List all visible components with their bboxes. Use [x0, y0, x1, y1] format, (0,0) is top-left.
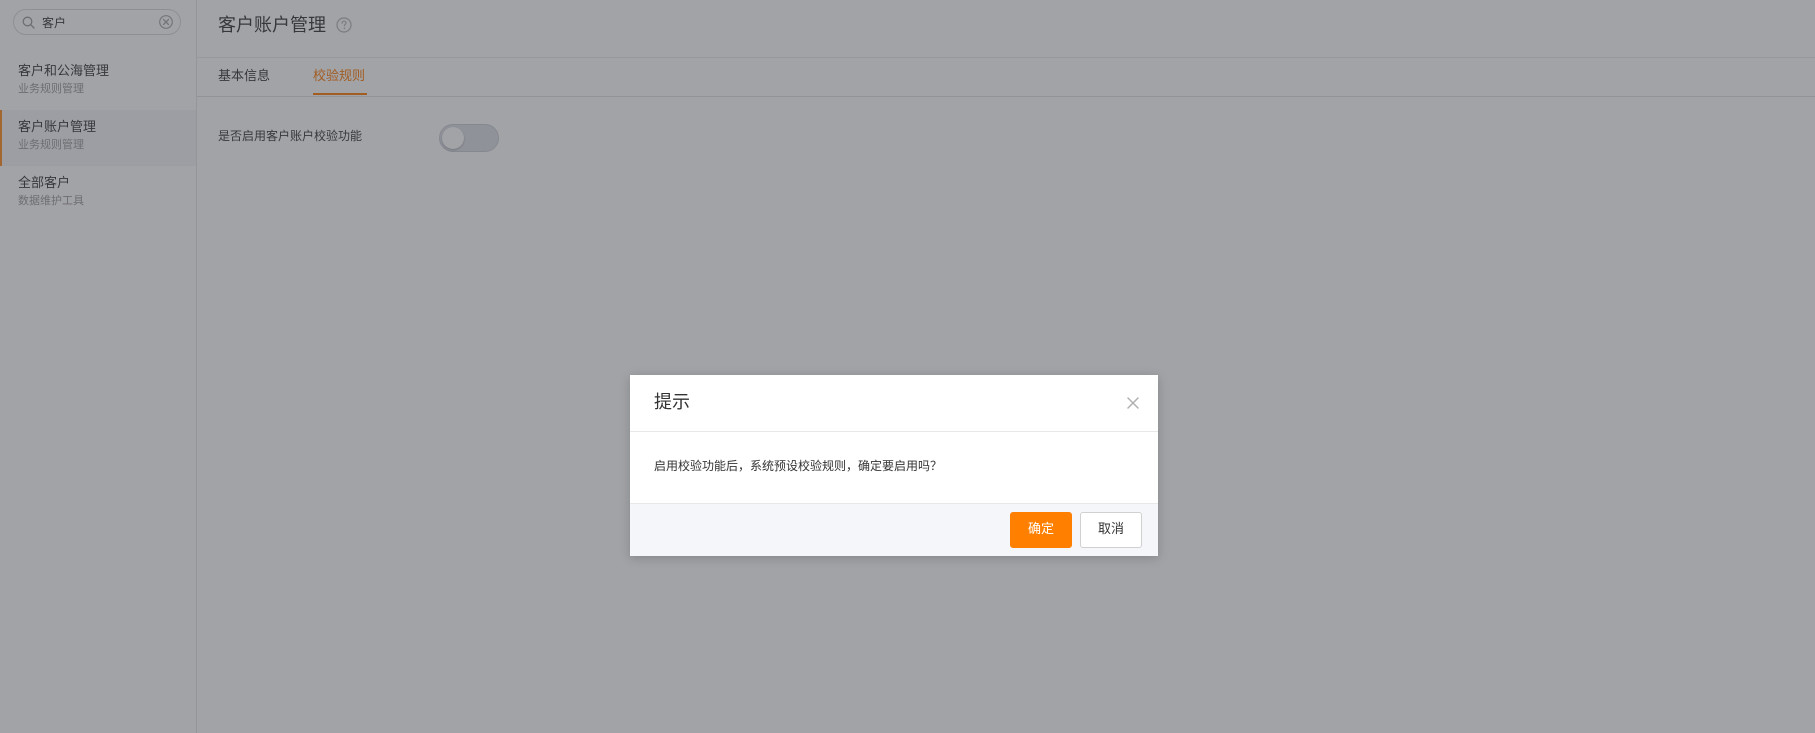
- modal-overlay: [0, 0, 1815, 733]
- dialog-message: 启用校验功能后，系统预设校验规则，确定要启用吗？: [654, 459, 943, 473]
- cancel-button[interactable]: 取消: [1080, 512, 1142, 548]
- confirm-dialog: 提示 启用校验功能后，系统预设校验规则，确定要启用吗？ 确定 取消: [630, 375, 1158, 556]
- confirm-button[interactable]: 确定: [1010, 512, 1072, 548]
- dialog-title: 提示: [654, 392, 690, 413]
- close-icon[interactable]: [1126, 396, 1140, 410]
- dialog-header: 提示: [630, 375, 1158, 432]
- dialog-footer: 确定 取消: [630, 503, 1158, 556]
